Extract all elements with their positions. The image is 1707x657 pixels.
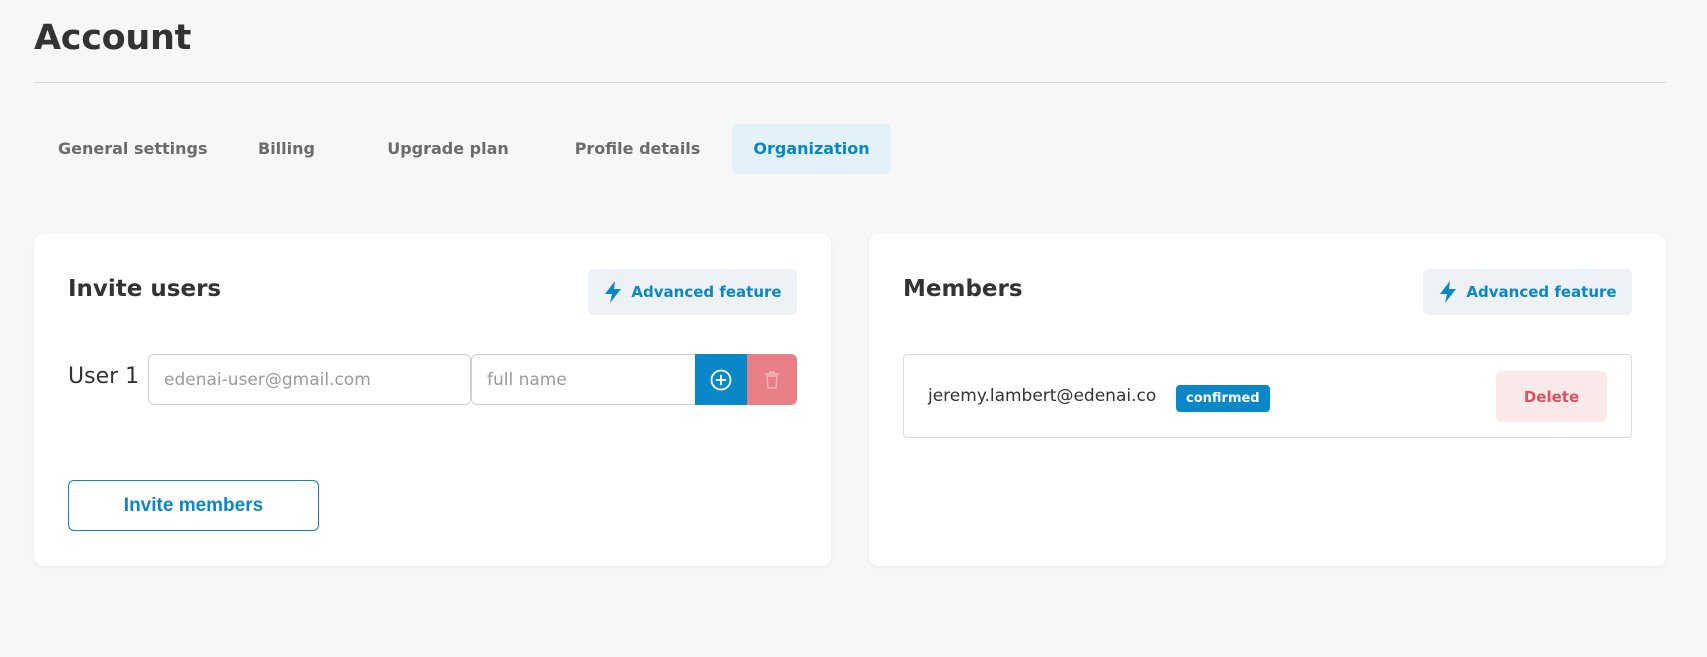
lightning-icon (1440, 281, 1457, 303)
tab-organization[interactable]: Organization (732, 124, 891, 174)
advanced-feature-button[interactable]: Advanced feature (1423, 269, 1632, 315)
advanced-feature-button[interactable]: Advanced feature (588, 269, 797, 315)
members-title: Members (903, 276, 1023, 302)
trash-icon (765, 370, 779, 389)
status-badge: confirmed (1176, 385, 1270, 412)
lightning-icon (605, 281, 622, 303)
tab-general-settings[interactable]: General settings (34, 124, 220, 174)
page-title: Account (34, 18, 192, 58)
member-email: jeremy.lambert@edenai.co (928, 386, 1157, 406)
invite-users-title: Invite users (68, 276, 222, 302)
tab-upgrade-plan[interactable]: Upgrade plan (353, 124, 543, 174)
delete-member-button[interactable]: Delete (1496, 371, 1607, 422)
full-name-input[interactable] (471, 354, 703, 405)
email-input[interactable] (148, 354, 471, 405)
advanced-feature-label: Advanced feature (1466, 283, 1617, 301)
remove-user-button[interactable] (747, 354, 797, 405)
advanced-feature-label: Advanced feature (631, 283, 782, 301)
tab-billing[interactable]: Billing (220, 124, 353, 174)
invite-members-button[interactable]: Invite members (68, 480, 319, 531)
user-label: User 1 (68, 364, 140, 389)
title-divider (34, 82, 1666, 83)
add-user-button[interactable] (695, 354, 747, 405)
plus-circle-icon (710, 369, 732, 390)
account-tabs: General settings Billing Upgrade plan Pr… (34, 124, 891, 174)
invite-users-card: Invite users Advanced feature User 1 Inv… (34, 234, 831, 566)
members-card: Members Advanced feature jeremy.lambert@… (869, 234, 1666, 566)
tab-profile-details[interactable]: Profile details (543, 124, 732, 174)
member-row: jeremy.lambert@edenai.co confirmed Delet… (903, 354, 1632, 438)
